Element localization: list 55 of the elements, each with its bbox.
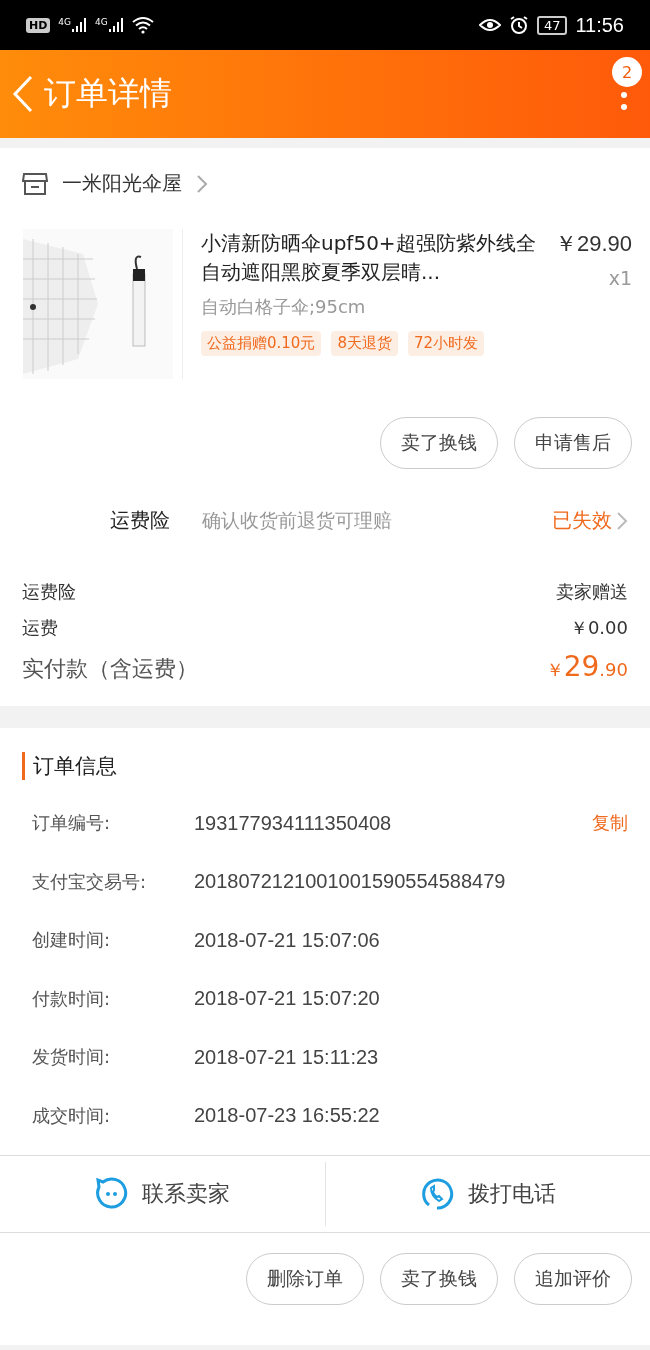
signal-icon [71, 17, 88, 33]
product-action-button[interactable]: 卖了换钱 [380, 417, 498, 469]
product-variant: 自动白格子伞;95cm [201, 295, 367, 319]
info-label: 支付宝交易号: [32, 869, 148, 894]
shop-name[interactable]: 一米阳光伞屋 [62, 170, 182, 197]
network-label: 4G [58, 17, 72, 27]
info-label: 付款时间: [32, 986, 112, 1011]
insurance-description: 确认收货前退货可理赔 [202, 508, 393, 533]
info-value: 193177934111350408 [194, 811, 392, 835]
info-value: 2018-07-21 15:07:06 [194, 928, 380, 952]
service-tag: 72小时发 [407, 331, 485, 356]
wifi-icon [131, 16, 154, 34]
product-quantity: x1 [608, 267, 632, 289]
info-label: 发货时间: [32, 1045, 112, 1070]
contact-button[interactable]: 联系卖家 [142, 1179, 231, 1209]
info-value: 2018-07-21 15:07:20 [194, 987, 380, 1011]
hd-indicator: HD [26, 17, 51, 33]
info-label: 创建时间: [32, 928, 112, 953]
total-label: 实付款（含运费） [22, 655, 198, 683]
notification-badge: 2 [612, 57, 642, 87]
total-amount: ￥29.90 [545, 650, 628, 683]
info-label: 订单编号: [32, 811, 112, 836]
info-value: 2018072121001001590554588479 [194, 870, 506, 894]
alarm-icon [508, 15, 529, 35]
shop-icon [22, 171, 48, 196]
eye-icon [478, 17, 501, 33]
chevron-icon [616, 510, 628, 531]
fee-label: 运费险 [22, 580, 76, 604]
fee-value: 卖家赠送 [556, 580, 628, 604]
clock-time: 11:56 [575, 13, 624, 37]
more-icon[interactable] [620, 89, 628, 113]
contact-button[interactable]: 拨打电话 [467, 1179, 556, 1209]
info-label: 成交时间: [32, 1103, 112, 1128]
chat-icon [94, 1177, 129, 1211]
network-label: 4G [95, 17, 108, 27]
battery-indicator: 47 [536, 15, 568, 35]
order-action-button[interactable]: 卖了换钱 [380, 1253, 498, 1305]
order-action-button[interactable]: 追加评价 [514, 1253, 632, 1305]
back-icon[interactable] [12, 75, 34, 113]
info-value: 2018-07-23 16:55:22 [194, 1104, 380, 1128]
product-title[interactable]: 小清新防晒伞upf50+超强防紫外线全自动遮阳黑胶夏季双层晴... [201, 229, 547, 289]
info-value: 2018-07-21 15:11:23 [194, 1045, 379, 1069]
phone-icon [419, 1177, 454, 1211]
chevron-icon [196, 173, 208, 194]
product-action-button[interactable]: 申请售后 [514, 417, 632, 469]
insurance-label: 运费险 [110, 507, 171, 534]
order-action-button[interactable]: 删除订单 [246, 1253, 364, 1305]
service-tag: 8天退货 [331, 331, 398, 356]
product-price: ￥29.90 [554, 230, 632, 258]
service-tag: 公益捐赠0.10元 [201, 331, 322, 356]
signal-icon [107, 17, 124, 33]
fee-label: 运费 [22, 616, 58, 640]
fee-value: ￥0.00 [569, 616, 628, 640]
section-title: 订单信息 [22, 752, 628, 780]
page-title: 订单详情 [44, 73, 172, 114]
